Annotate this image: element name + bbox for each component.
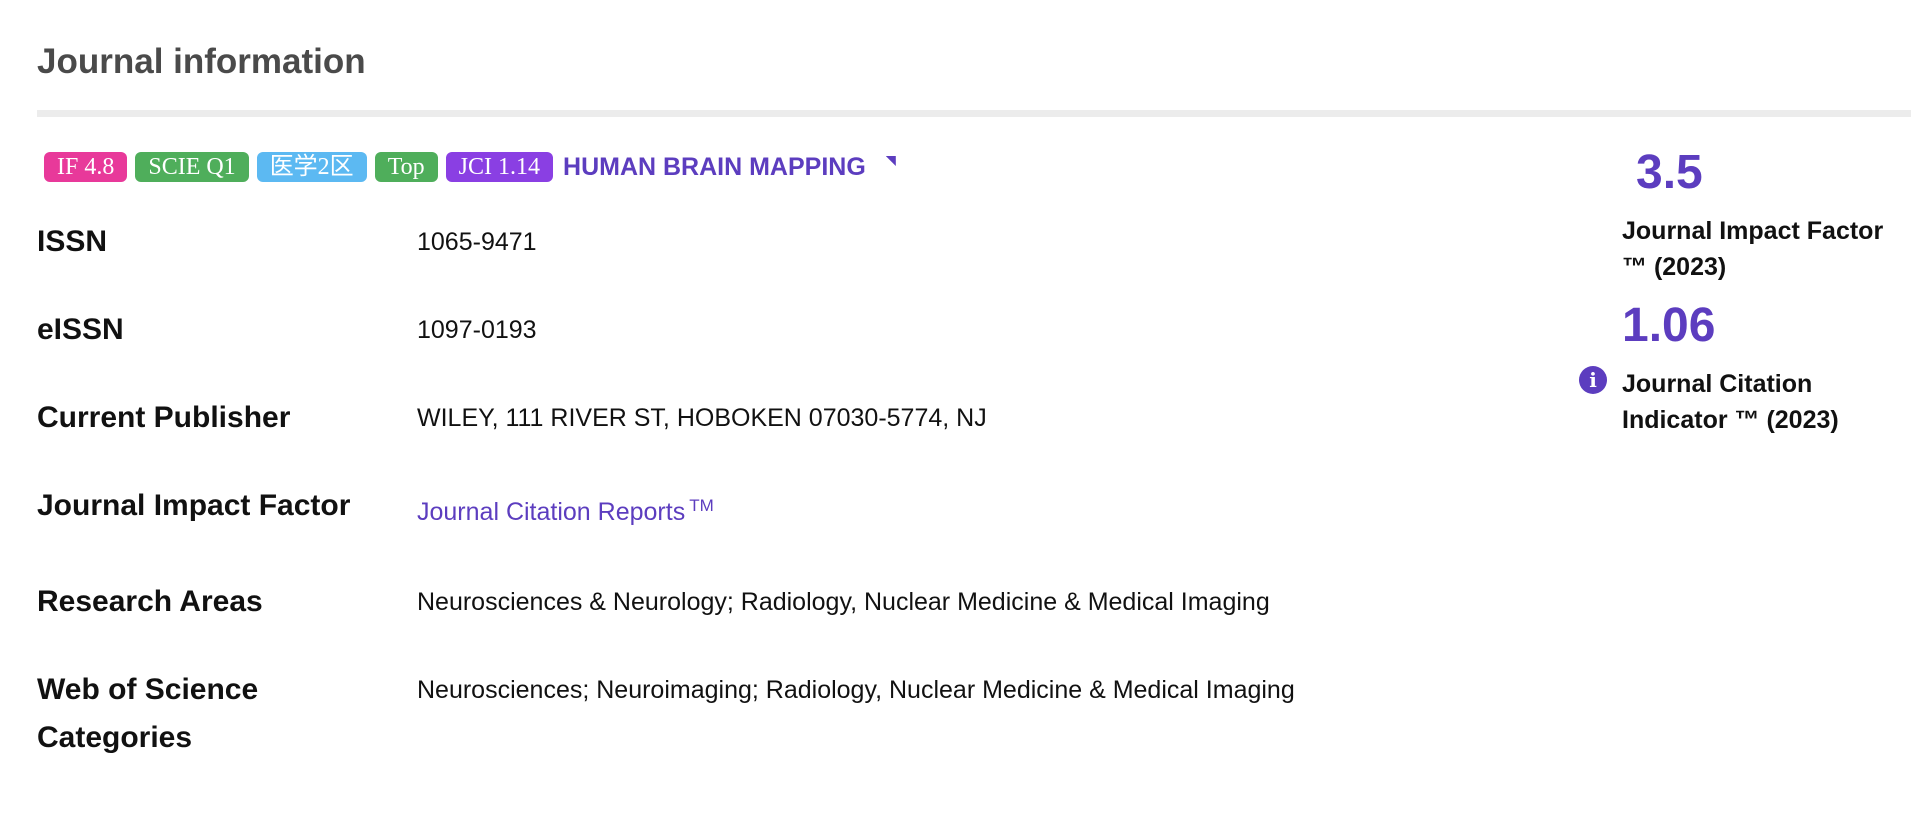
wos-label-line1: Web of Science <box>37 673 259 706</box>
jcr-link-text[interactable]: Journal Citation Reports <box>417 498 685 526</box>
scie-quartile-badge: SCIE Q1 <box>135 152 249 182</box>
caret-icon[interactable] <box>885 156 896 166</box>
jif-label: Journal Impact Factor <box>37 489 351 522</box>
publisher-label: Current Publisher <box>37 401 291 434</box>
jif-metric-label-line2: ™ (2023) <box>1622 253 1727 281</box>
info-icon[interactable]: i <box>1579 366 1607 394</box>
top-badge: Top <box>374 152 438 182</box>
jci-badge: JCI 1.14 <box>445 152 554 182</box>
eissn-value: 1097-0193 <box>417 316 537 344</box>
jci-metric-value: 1.06 <box>1622 299 1716 352</box>
jcr-link[interactable]: Journal Citation Reports TM <box>417 496 1517 528</box>
impact-factor-badge: IF 4.8 <box>44 152 128 182</box>
cas-zone-badge: 医学2区 <box>256 152 367 182</box>
jif-metric-label-line1: Journal Impact Factor <box>1622 217 1884 245</box>
jci-metric-label-line1: Journal Citation <box>1622 370 1813 398</box>
research-areas-value: Neurosciences & Neurology; Radiology, Nu… <box>417 588 1270 616</box>
eissn-label: eISSN <box>37 313 124 346</box>
jif-metric-value: 3.5 <box>1636 146 1703 199</box>
wos-categories-label: Web of Science Categories <box>37 666 397 762</box>
issn-label: ISSN <box>37 225 108 258</box>
journal-name-link[interactable]: HUMAN BRAIN MAPPING <box>563 153 866 182</box>
jci-metric-label-line2: Indicator ™ (2023) <box>1622 406 1839 434</box>
wos-label-line2: Categories <box>37 721 193 754</box>
publisher-value: WILEY, 111 RIVER ST, HOBOKEN 07030-5774,… <box>417 404 987 432</box>
research-areas-label: Research Areas <box>37 585 263 618</box>
jif-metric-label: Journal Impact Factor ™ (2023) <box>1622 213 1922 285</box>
jci-metric-label: Journal Citation Indicator ™ (2023) <box>1622 366 1922 438</box>
section-title: Journal information <box>37 42 366 81</box>
issn-value: 1065-9471 <box>417 228 537 256</box>
journal-tags-row: IF 4.8 SCIE Q1 医学2区 Top JCI 1.14 HUMAN B… <box>44 151 896 183</box>
wos-categories-value: Neurosciences; Neuroimaging; Radiology, … <box>417 676 1295 704</box>
jcr-link-trademark: TM <box>689 496 714 515</box>
section-divider <box>37 110 1911 117</box>
